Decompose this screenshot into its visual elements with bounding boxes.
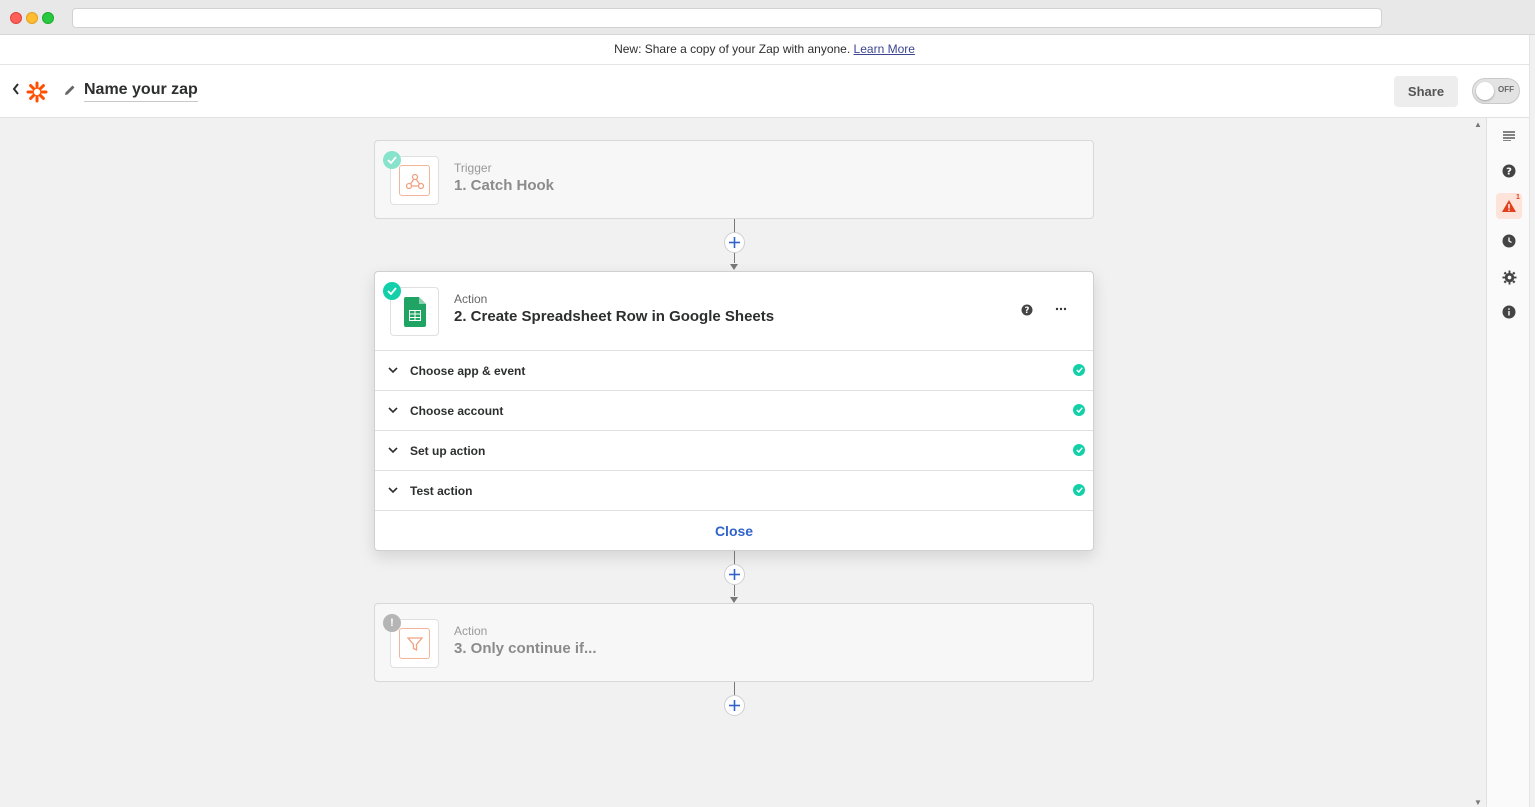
plus-icon [729, 569, 740, 580]
chevron-down-icon [388, 367, 398, 374]
page-scrollbar[interactable] [1529, 35, 1535, 807]
info-icon[interactable] [1496, 299, 1522, 325]
chevron-left-icon [12, 83, 19, 95]
learn-more-link[interactable]: Learn More [854, 42, 915, 56]
add-step-button[interactable] [724, 564, 745, 585]
warning-count: 1 [1516, 194, 1520, 201]
window-minimize-button[interactable] [26, 12, 38, 24]
settings-icon[interactable] [1496, 264, 1522, 290]
step-type-label: Action [454, 292, 488, 306]
zapier-logo-icon[interactable] [26, 81, 48, 103]
step-type-label: Trigger [454, 161, 492, 175]
share-button[interactable]: Share [1394, 76, 1458, 107]
browser-chrome [0, 0, 1535, 35]
banner-text: New: Share a copy of your Zap with anyon… [614, 42, 851, 56]
step-title: 1. Catch Hook [454, 177, 555, 194]
svg-text:?: ? [1025, 306, 1030, 316]
toggle-knob [1476, 82, 1494, 100]
svg-text:?: ? [1506, 167, 1512, 178]
window-close-button[interactable] [10, 12, 22, 24]
step-card-action-google-sheets[interactable]: Action 2. Create Spreadsheet Row in Goog… [374, 271, 1094, 551]
section-label: Choose app & event [410, 364, 526, 378]
section-complete-icon [1073, 364, 1085, 376]
step-help-icon[interactable]: ? [1021, 303, 1035, 317]
add-step-button[interactable] [724, 232, 745, 253]
section-label: Test action [410, 484, 473, 498]
section-label: Set up action [410, 444, 486, 458]
window-maximize-button[interactable] [42, 12, 54, 24]
connector-arrow-icon [730, 264, 738, 270]
section-set-up-action[interactable]: Set up action [375, 430, 1093, 470]
section-complete-icon [1073, 404, 1085, 416]
step-complete-badge [383, 151, 401, 169]
announcement-banner: New: Share a copy of your Zap with anyon… [0, 35, 1529, 65]
step-card-trigger[interactable]: Trigger 1. Catch Hook [374, 140, 1094, 219]
step-card-action-filter[interactable]: ! Action 3. Only continue if... [374, 603, 1094, 682]
chevron-down-icon [388, 447, 398, 454]
step-complete-badge [383, 282, 401, 300]
connector-line [734, 682, 735, 696]
step-warning-badge: ! [383, 614, 401, 632]
close-step-button[interactable]: Close [375, 510, 1093, 550]
history-icon[interactable] [1496, 228, 1522, 254]
back-button[interactable] [11, 82, 25, 100]
right-sidebar: ? 1 [1486, 118, 1529, 807]
section-label: Choose account [410, 404, 504, 418]
plus-icon [729, 237, 740, 248]
pencil-icon[interactable] [63, 83, 79, 99]
more-options-icon[interactable] [1055, 302, 1069, 316]
toggle-label: OFF [1498, 85, 1514, 94]
chevron-down-icon [388, 487, 398, 494]
scroll-up-arrow-icon[interactable]: ▲ [1474, 120, 1482, 129]
help-icon[interactable]: ? [1496, 158, 1522, 184]
warning-icon[interactable]: 1 [1496, 193, 1522, 219]
address-bar[interactable] [72, 8, 1382, 28]
check-icon [387, 156, 397, 164]
section-complete-icon [1073, 484, 1085, 496]
add-step-button[interactable] [724, 695, 745, 716]
section-test-action[interactable]: Test action [375, 470, 1093, 510]
editor-header: Name your zap Share OFF [0, 65, 1529, 118]
scroll-down-arrow-icon[interactable]: ▼ [1474, 798, 1482, 807]
step-type-label: Action [454, 624, 488, 638]
check-icon [387, 287, 397, 295]
section-complete-icon [1073, 444, 1085, 456]
zap-on-off-toggle[interactable]: OFF [1472, 78, 1520, 104]
step-title: 3. Only continue if... [454, 640, 597, 657]
plus-icon [729, 700, 740, 711]
details-icon[interactable] [1496, 123, 1522, 149]
section-choose-account[interactable]: Choose account [375, 390, 1093, 430]
step-title: 2. Create Spreadsheet Row in Google Shee… [454, 308, 775, 325]
section-choose-app-event[interactable]: Choose app & event [375, 350, 1093, 390]
zap-name-field[interactable]: Name your zap [84, 79, 198, 102]
chevron-down-icon [388, 407, 398, 414]
